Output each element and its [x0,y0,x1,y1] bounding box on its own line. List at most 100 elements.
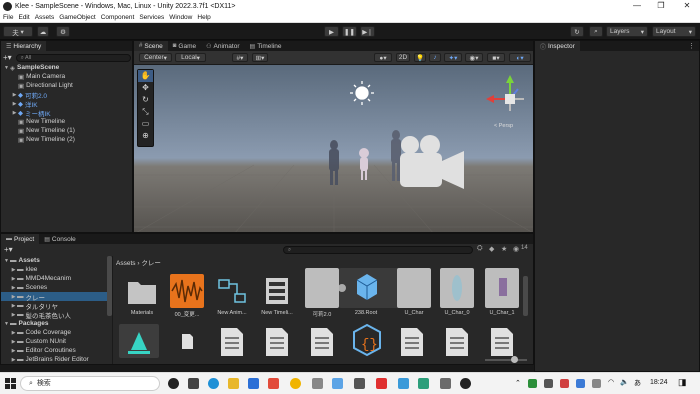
chevron-right-icon[interactable]: ▶ [10,357,17,363]
clock[interactable]: 18:24 [650,379,668,386]
menu-file[interactable]: File [3,14,13,21]
move-tool-icon[interactable]: ✥ [138,82,153,94]
text-file-icon-2[interactable] [260,324,294,358]
tree-package-item[interactable]: ▶ ▬ Custom NUnit [1,337,112,346]
app-icon-9[interactable] [332,378,343,389]
tree-folder-item[interactable]: ▶ ▬ 髪の毛茶色い人 [1,310,112,320]
audio-icon[interactable]: ♪ [429,53,441,62]
add-icon[interactable]: +▾ [4,245,13,254]
visibility-icon[interactable]: ◉▾ [465,53,483,62]
space-dropdown[interactable]: Local ▾ [175,53,206,62]
grid-snap-icon[interactable]: #▾ [232,53,248,62]
chevron-right-icon[interactable]: ▶ [11,92,18,98]
text-file-icon-5[interactable] [440,324,474,358]
tray-icon-3[interactable] [560,379,569,388]
tray-icon-5[interactable] [592,379,601,388]
slider-handle[interactable] [511,356,518,363]
visibility-icon[interactable]: ◉ [513,245,519,253]
hierarchy-item[interactable]: ▣ Main Camera [1,72,132,81]
account-button[interactable]: 夫 ▾ [3,26,33,37]
text-file-icon-6[interactable] [485,324,519,358]
mail-icon[interactable] [248,378,259,389]
notification-icon[interactable]: ◨ [678,377,687,388]
search-icon[interactable]: ⌕ [589,26,603,37]
hierarchy-item[interactable]: ▶ ◆ ミー柄IK [1,108,132,118]
thumbnail-size-slider[interactable] [485,356,527,363]
effects-icon[interactable]: ✦▾ [444,53,462,62]
play-button[interactable]: ▶ [324,26,339,37]
close-icon[interactable]: ✕ [676,0,698,13]
timeline-asset-icon[interactable] [260,274,294,308]
chevron-right-icon[interactable]: ▶ [11,110,18,116]
more-options-icon[interactable]: ⋮ [688,42,695,50]
edge-icon[interactable] [208,378,219,389]
chevron-right-icon[interactable]: ▶ [11,101,18,107]
tray-icon-2[interactable] [544,379,553,388]
menu-help[interactable]: Help [197,14,210,21]
rect-tool-icon[interactable]: ▭ [138,118,153,130]
layout-dropdown[interactable]: Layout ▾ [652,26,696,37]
scale-tool-icon[interactable]: ⤡ [138,106,153,118]
chevron-right-icon[interactable]: ▶ [10,339,17,345]
add-icon[interactable]: +▾ [3,53,12,62]
tab-timeline[interactable]: ▤ Timeline [245,41,287,51]
pivot-dropdown[interactable]: Center ▾ [139,53,172,62]
filter-type-icon[interactable]: ⛭ [477,245,483,253]
scene-viewport[interactable]: < Persp ✋ ✥ ↻ ⤡ ▭ ⊕ [134,65,533,232]
file-explorer-icon[interactable] [228,378,239,389]
unity-taskbar-icon[interactable] [460,378,471,389]
model-thumb[interactable] [338,268,399,308]
tab-project[interactable]: ▬ Project [1,234,40,244]
text-file-icon[interactable] [215,324,249,358]
tray-chevron-icon[interactable]: ⌃ [515,379,521,387]
task-view-icon[interactable] [188,378,199,389]
file-icon[interactable] [170,324,204,358]
asset-grid-scrollbar[interactable] [523,276,528,316]
menu-services[interactable]: Services [139,14,164,21]
menu-edit[interactable]: Edit [18,14,29,21]
hierarchy-search-input[interactable]: ⌕ All [15,53,131,62]
chevron-right-icon[interactable]: ▶ [10,312,17,318]
chevron-right-icon[interactable]: ▶ [10,303,17,309]
app-icon-6[interactable] [268,378,279,389]
chevron-right-icon[interactable]: ▶ [10,294,17,300]
hierarchy-item[interactable]: ▣ New Timeline (2) [1,135,132,144]
step-button[interactable]: ▶❘ [360,26,375,37]
pause-button[interactable]: ❚❚ [342,26,357,37]
hand-tool-icon[interactable]: ✋ [138,70,153,82]
camera-settings-icon[interactable]: ■▾ [487,53,505,62]
menu-window[interactable]: Window [169,14,192,21]
taskbar-search-input[interactable]: ⌕ 検索 [20,376,160,391]
texture-thumb-3[interactable] [485,268,519,308]
app-icon-13[interactable] [418,378,429,389]
app-icon-8[interactable] [312,378,323,389]
folder-icon[interactable] [125,274,159,308]
tree-scrollbar[interactable] [107,256,112,316]
tree-packages-root[interactable]: ▼ ▬ Packages [1,319,112,328]
tree-assets-root[interactable]: ▼ ▬ Assets [1,256,112,265]
texture-thumb[interactable] [397,268,431,308]
history-icon[interactable]: ↻ [570,26,584,37]
chevron-right-icon[interactable]: ▶ [10,285,17,291]
windows-start-icon[interactable] [5,378,16,389]
menu-assets[interactable]: Assets [35,14,55,21]
tray-icon-1[interactable] [528,379,537,388]
tab-inspector[interactable]: ⓘ Inspector [535,41,580,51]
menu-gameobject[interactable]: GameObject [59,14,96,21]
favorite-icon[interactable]: ★ [501,245,507,253]
tree-folder-item[interactable]: ▶ ▬ klee [1,265,112,274]
gizmos-icon[interactable]: ◐▾ [509,53,531,62]
rotate-tool-icon[interactable]: ↻ [138,94,153,106]
texture-thumb-2[interactable] [440,268,474,308]
filter-label-icon[interactable]: ◆ [489,245,494,253]
minimize-icon[interactable]: — [626,0,648,13]
hierarchy-item[interactable]: ▣ New Timeline [1,117,132,126]
prefab-thumb[interactable] [305,268,339,308]
lighting-icon[interactable]: 💡 [414,53,426,62]
2d-toggle[interactable]: 2D [396,53,410,62]
chevron-right-icon[interactable]: ▶ [10,330,17,336]
transform-tool-icon[interactable]: ⊕ [138,130,153,142]
volume-icon[interactable]: 🔈 [620,378,629,386]
app-icon-12[interactable] [398,378,409,389]
chevron-right-icon[interactable]: ▶ [10,267,17,273]
